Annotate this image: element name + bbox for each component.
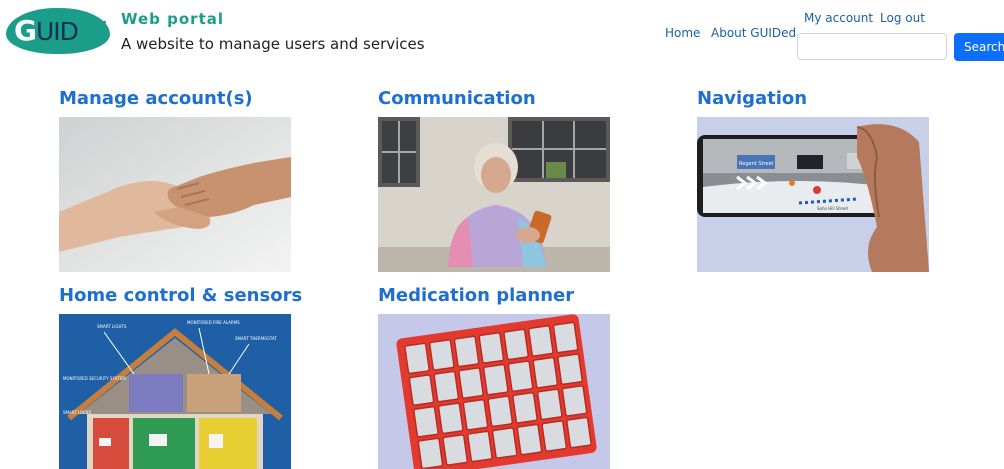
pill-compartment	[467, 430, 493, 463]
pill-compartment	[478, 332, 505, 364]
pill-compartment	[541, 420, 568, 452]
nav-route-label-text: Soho Hill Street	[817, 206, 848, 211]
nav-street-sign-text: Regent Street	[739, 161, 774, 167]
diagram-label-smart-lights: SMART LIGHTS	[97, 324, 127, 329]
pill-compartment	[453, 335, 480, 368]
pill-compartment	[413, 405, 439, 438]
pill-compartment	[404, 342, 430, 375]
pill-compartment	[491, 427, 518, 459]
pill-compartment	[536, 388, 563, 421]
pill-compartment	[408, 374, 435, 406]
pill-compartment	[417, 437, 444, 469]
pill-compartment	[552, 321, 579, 354]
diagram-label-fire-alarms: MONITORED FIRE ALARMS	[187, 320, 240, 325]
woman-with-phone-image[interactable]	[378, 117, 610, 272]
tile-title-navigation[interactable]: Navigation	[697, 88, 807, 109]
log-out-link[interactable]: Log out	[880, 11, 925, 25]
pill-compartment	[462, 398, 489, 431]
nav-home-link[interactable]: Home	[665, 26, 700, 40]
site-name: Web portal	[121, 10, 225, 28]
tile-title-communication[interactable]: Communication	[378, 88, 536, 109]
nav-about-link[interactable]: About GUIDed	[711, 26, 796, 40]
guided-logo[interactable]: GUIDed	[6, 6, 110, 56]
handshake-image[interactable]	[59, 117, 291, 272]
pill-organizer-image[interactable]	[378, 314, 610, 469]
pill-compartment	[428, 339, 455, 371]
pill-compartment	[528, 325, 554, 357]
pill-compartment	[437, 402, 464, 435]
logo-text: GUIDed	[14, 14, 108, 47]
tile-title-home-control[interactable]: Home control & sensors	[59, 285, 302, 306]
pill-compartment	[561, 385, 588, 417]
navigation-phone-image[interactable]: Regent Street Soho Hill Street	[697, 117, 929, 272]
site-tagline: A website to manage users and services	[121, 35, 425, 53]
pill-compartment	[507, 360, 534, 392]
diagram-label-security-system: MONITORED SECURITY SYSTEM	[63, 376, 126, 381]
pill-compartment	[516, 423, 543, 456]
pill-compartment	[512, 392, 538, 424]
pill-compartment	[442, 434, 469, 466]
pill-compartment	[557, 353, 583, 386]
tile-title-manage-accounts[interactable]: Manage account(s)	[59, 88, 253, 109]
pill-compartment	[482, 363, 509, 396]
tile-title-medication-planner[interactable]: Medication planner	[378, 285, 574, 306]
diagram-label-thermostat: SMART THERMOSTAT	[235, 336, 277, 341]
smart-home-diagram-image[interactable]: SMART LIGHTS MONITORED FIRE ALARMS SMART…	[59, 314, 291, 469]
search-button[interactable]: Search	[954, 33, 1004, 61]
pill-compartment	[532, 356, 559, 389]
my-account-link[interactable]: My account	[804, 11, 873, 25]
pill-compartment	[566, 416, 592, 449]
pill-compartment	[458, 367, 484, 399]
pill-compartment	[433, 370, 460, 403]
pill-compartment	[503, 328, 529, 361]
search-input[interactable]	[797, 33, 947, 60]
diagram-label-smart-locks: SMART LOCKS	[63, 410, 92, 415]
pill-compartment	[487, 395, 514, 428]
